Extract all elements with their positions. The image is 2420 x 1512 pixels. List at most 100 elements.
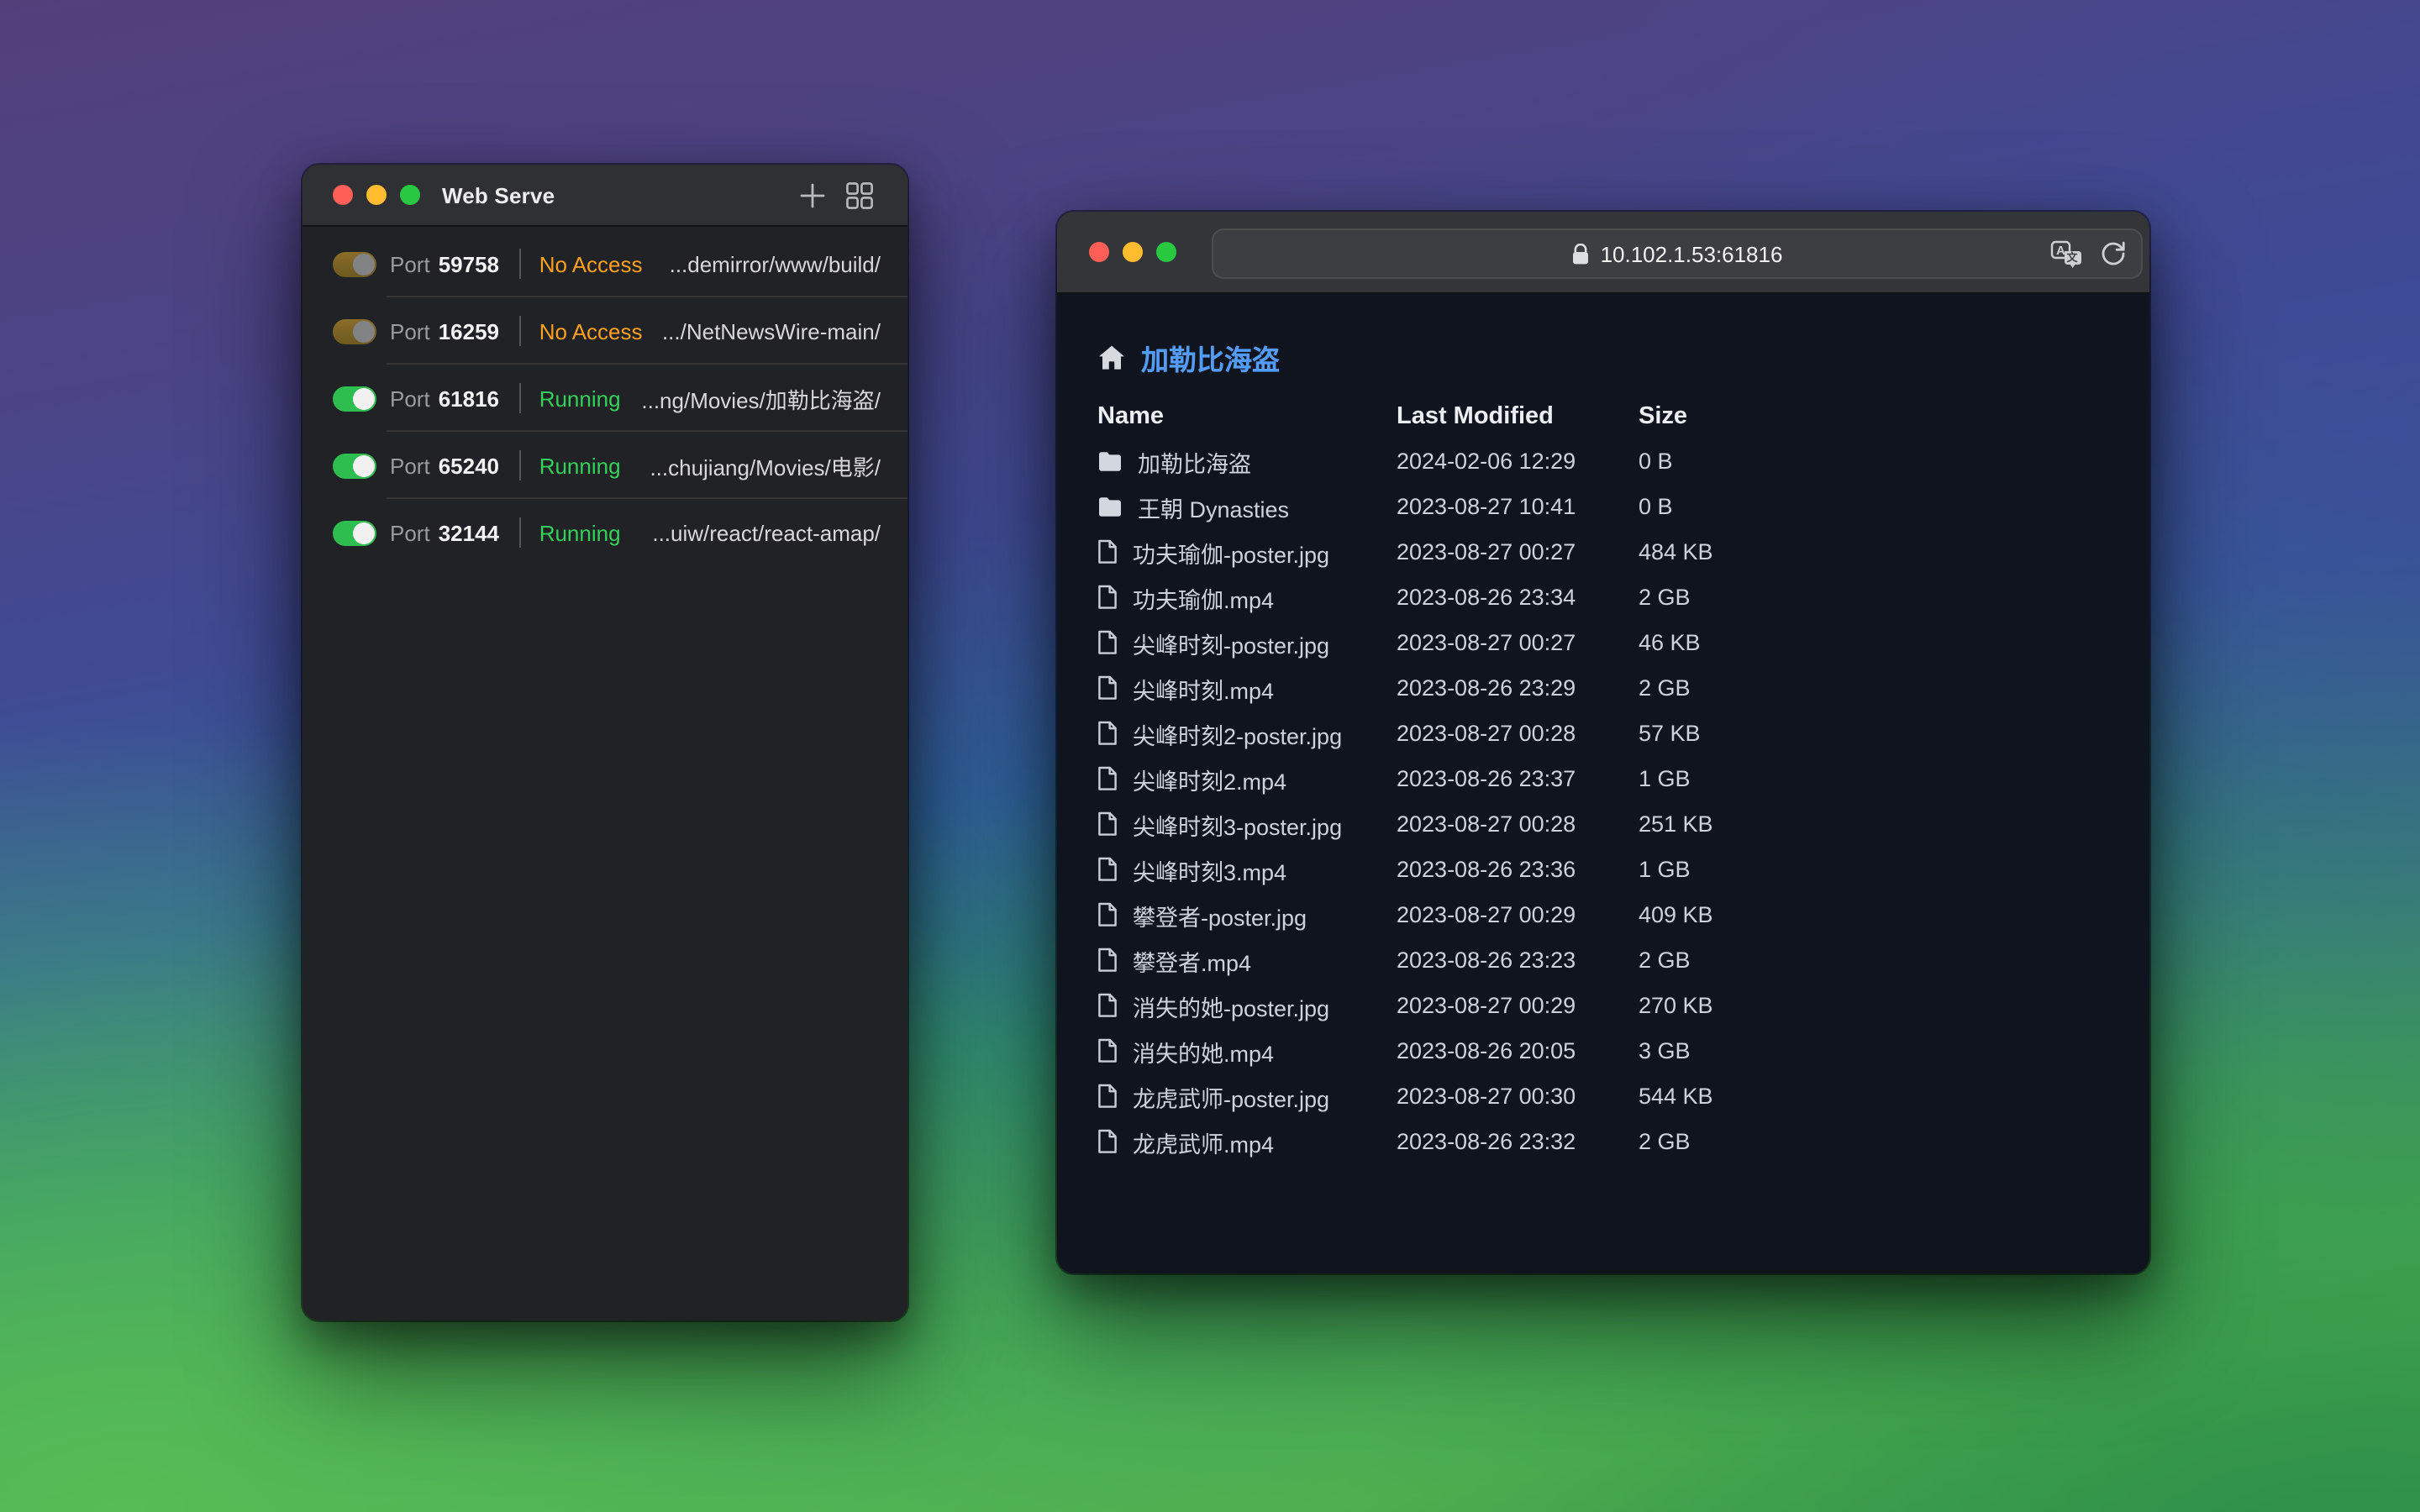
port-number: 59758 (439, 251, 509, 276)
server-row: Port 65240 Running ...chujiang/Movies/电影… (302, 432, 908, 499)
file-name[interactable]: 功夫瑜伽.mp4 (1133, 580, 1274, 614)
server-path: .../NetNewsWire-main/ (662, 318, 881, 344)
file-size: 2 GB (1639, 585, 2109, 610)
server-toggle[interactable] (333, 386, 376, 411)
web-serve-window: Web Serve Port 59758 No Access ...demirr… (302, 165, 908, 1320)
svg-text:文: 文 (2066, 250, 2078, 264)
file-icon (1097, 766, 1118, 791)
file-size: 46 KB (1639, 630, 2109, 655)
file-name[interactable]: 加勒比海盗 (1138, 444, 1251, 478)
file-size: 1 GB (1639, 766, 2109, 791)
server-toggle[interactable] (333, 251, 376, 276)
file-icon (1097, 811, 1118, 837)
file-row: 消失的她.mp4 2023-08-26 20:05 3 GB (1097, 1028, 2109, 1074)
file-name[interactable]: 消失的她-poster.jpg (1133, 989, 1329, 1022)
server-toggle[interactable] (333, 453, 376, 478)
file-icon (1097, 902, 1118, 927)
zoom-button[interactable] (400, 185, 420, 205)
port-number: 65240 (439, 453, 509, 478)
grid-view-button[interactable] (842, 178, 876, 212)
file-row: 尖峰时刻-poster.jpg 2023-08-27 00:27 46 KB (1097, 620, 2109, 665)
address-bar[interactable]: 10.102.1.53:61816 A 文 (1212, 228, 2143, 279)
file-row: 功夫瑜伽.mp4 2023-08-26 23:34 2 GB (1097, 575, 2109, 620)
zoom-button[interactable] (1156, 242, 1176, 262)
close-button[interactable] (1089, 242, 1109, 262)
file-row: 尖峰时刻2.mp4 2023-08-26 23:37 1 GB (1097, 756, 2109, 801)
minimize-button[interactable] (1123, 242, 1143, 262)
server-row: Port 61816 Running ...ng/Movies/加勒比海盗/ (302, 365, 908, 432)
home-link[interactable]: 加勒比海盗 (1141, 338, 1280, 378)
server-row: Port 59758 No Access ...demirror/www/bui… (302, 230, 908, 297)
file-list: 加勒比海盗 2024-02-06 12:29 0 B 王朝 Dynasties … (1097, 438, 2109, 1164)
port-label: Port (390, 251, 430, 276)
server-row: Port 16259 No Access .../NetNewsWire-mai… (302, 297, 908, 365)
translate-button[interactable]: A 文 (2050, 239, 2082, 268)
file-name[interactable]: 攀登者.mp4 (1133, 943, 1251, 977)
plus-icon (797, 181, 826, 209)
web-serve-titlebar: Web Serve (302, 165, 908, 227)
file-modified: 2023-08-26 23:34 (1397, 585, 1639, 610)
server-toggle[interactable] (333, 520, 376, 545)
file-row: 龙虎武师-poster.jpg 2023-08-27 00:30 544 KB (1097, 1074, 2109, 1119)
reload-icon (2101, 240, 2126, 267)
server-status: Running (539, 386, 621, 411)
file-icon (1097, 675, 1118, 701)
file-size: 2 GB (1639, 675, 2109, 701)
file-name[interactable]: 尖峰时刻3-poster.jpg (1133, 807, 1342, 841)
file-row: 攀登者.mp4 2023-08-26 23:23 2 GB (1097, 937, 2109, 983)
file-size: 270 KB (1639, 993, 2109, 1018)
grid-icon (844, 181, 873, 209)
toggle-knob (353, 522, 375, 543)
browser-window: 10.102.1.53:61816 A 文 (1057, 212, 2149, 1273)
file-size: 3 GB (1639, 1038, 2109, 1063)
file-name[interactable]: 龙虎武师-poster.jpg (1133, 1079, 1329, 1113)
column-size: Size (1639, 402, 2109, 429)
file-icon (1097, 1038, 1118, 1063)
file-row: 加勒比海盗 2024-02-06 12:29 0 B (1097, 438, 2109, 484)
file-name[interactable]: 王朝 Dynasties (1138, 490, 1289, 523)
file-modified: 2023-08-26 23:29 (1397, 675, 1639, 701)
row-divider (519, 383, 521, 413)
file-icon (1097, 1084, 1118, 1109)
row-divider (519, 316, 521, 346)
file-name[interactable]: 尖峰时刻-poster.jpg (1133, 626, 1329, 659)
port-number: 16259 (439, 318, 509, 344)
file-icon (1097, 948, 1118, 973)
port-number: 61816 (439, 386, 509, 411)
file-name[interactable]: 尖峰时刻2.mp4 (1133, 762, 1286, 795)
file-row: 功夫瑜伽-poster.jpg 2023-08-27 00:27 484 KB (1097, 529, 2109, 575)
file-name[interactable]: 功夫瑜伽-poster.jpg (1133, 535, 1329, 569)
folder-icon (1097, 496, 1123, 517)
file-row: 尖峰时刻3-poster.jpg 2023-08-27 00:28 251 KB (1097, 801, 2109, 847)
file-size: 484 KB (1639, 539, 2109, 564)
server-toggle[interactable] (333, 318, 376, 344)
file-row: 消失的她-poster.jpg 2023-08-27 00:29 270 KB (1097, 983, 2109, 1028)
toggle-knob (353, 253, 375, 275)
file-modified: 2023-08-26 23:23 (1397, 948, 1639, 973)
browser-titlebar: 10.102.1.53:61816 A 文 (1057, 212, 2149, 294)
file-name[interactable]: 龙虎武师.mp4 (1133, 1125, 1274, 1158)
file-name[interactable]: 攀登者-poster.jpg (1133, 898, 1307, 932)
close-button[interactable] (333, 185, 353, 205)
file-icon (1097, 721, 1118, 746)
file-name[interactable]: 尖峰时刻3.mp4 (1133, 853, 1286, 886)
toggle-knob (353, 387, 375, 409)
add-server-button[interactable] (795, 178, 829, 212)
file-icon (1097, 993, 1118, 1018)
file-name[interactable]: 消失的她.mp4 (1133, 1034, 1274, 1068)
file-size: 0 B (1639, 494, 2109, 519)
server-path: ...chujiang/Movies/电影/ (650, 449, 881, 481)
server-list: Port 59758 No Access ...demirror/www/bui… (302, 227, 908, 566)
reload-button[interactable] (2101, 240, 2126, 267)
port-label: Port (390, 520, 430, 545)
file-name[interactable]: 尖峰时刻2-poster.jpg (1133, 717, 1342, 750)
file-name[interactable]: 尖峰时刻.mp4 (1133, 671, 1274, 705)
minimize-button[interactable] (366, 185, 387, 205)
file-size: 1 GB (1639, 857, 2109, 882)
file-icon (1097, 857, 1118, 882)
file-size: 0 B (1639, 449, 2109, 474)
listing-header: Name Last Modified Size (1097, 393, 2109, 438)
file-icon (1097, 630, 1118, 655)
server-path: ...ng/Movies/加勒比海盗/ (641, 382, 881, 414)
column-name: Name (1097, 402, 1397, 429)
